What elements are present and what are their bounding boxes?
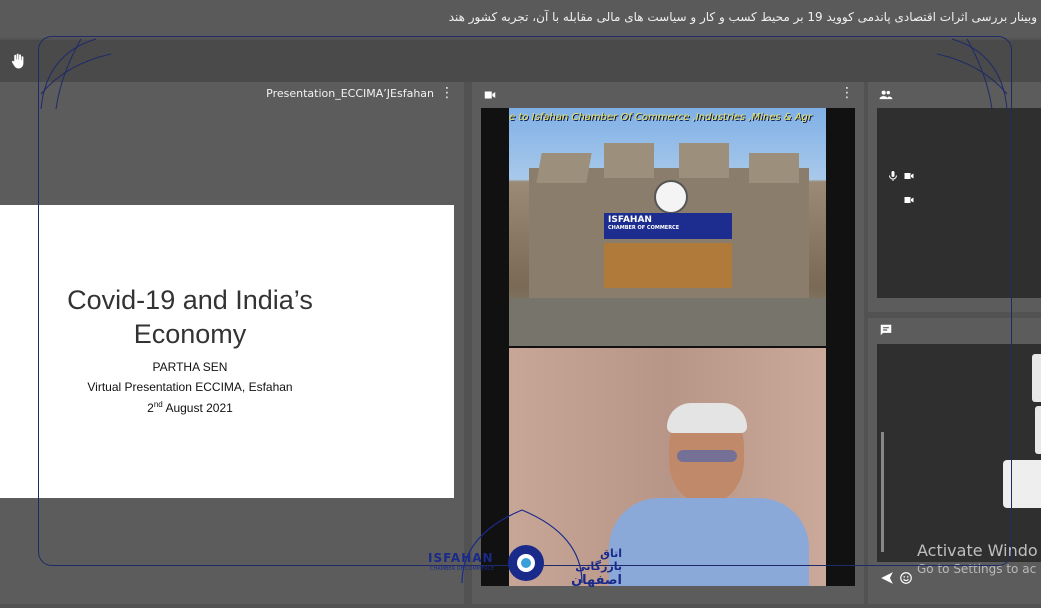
slide-heading-line2: Economy <box>133 319 247 349</box>
slide: Covid-19 and India’s Economy PARTHA SEN … <box>0 205 454 498</box>
activation-watermark-line2: Go to Settings to ac <box>917 562 1037 576</box>
chat-bubble <box>1003 460 1041 508</box>
meeting-title: وبینار بررسی اثرات اقتصادی پاندمی کووید … <box>448 10 1037 24</box>
more-options-icon[interactable]: ⋮ <box>440 85 454 101</box>
presentation-name: Presentation_ECCIMAʼJEsfahan <box>266 87 434 100</box>
slide-heading-line1: Covid-19 and India’s <box>67 285 313 315</box>
sign-text: ISFAHAN <box>608 215 652 225</box>
raise-hand-icon[interactable] <box>9 52 27 70</box>
more-options-icon[interactable]: ⋮ <box>840 85 854 101</box>
microphone-icon <box>889 171 897 181</box>
building-sign: ISFAHAN CHAMBER OF COMMERCE <box>604 213 732 239</box>
logo-persian-line2: اصفهان <box>571 573 622 588</box>
slide-date: 2nd August 2021 <box>40 400 340 415</box>
participants-panel <box>868 82 1041 312</box>
emoji-icon[interactable] <box>899 571 913 585</box>
meeting-title-bar: وبینار بررسی اثرات اقتصادی پاندمی کووید … <box>0 0 1041 38</box>
activation-watermark-line1: Activate Windo <box>917 541 1038 560</box>
slide-date-suffix: nd <box>153 400 163 409</box>
chat-bubble <box>1035 406 1041 454</box>
chat-icon[interactable] <box>879 323 893 337</box>
slide-presenter: PARTHA SEN <box>152 360 228 374</box>
logo-english: ISFAHAN <box>428 551 494 565</box>
building-photo: e to Isfahan Chamber Of Commerce ,Indust… <box>509 108 826 346</box>
logo-english-sub: CHAMBER OF COMMERCE <box>430 566 495 572</box>
chat-bubble <box>1032 354 1041 402</box>
slide-heading: Covid-19 and India’s Economy <box>40 283 340 351</box>
participants-icon[interactable] <box>879 88 893 102</box>
camera-icon <box>904 197 914 203</box>
participants-list <box>877 108 1041 298</box>
welcome-marquee: e to Isfahan Chamber Of Commerce ,Indust… <box>509 112 813 123</box>
toolbar <box>0 40 1041 82</box>
slide-date-day: 2 <box>147 401 154 415</box>
logo-persian-line1: اتاق بازرگانی <box>575 547 622 573</box>
corner-ornament <box>936 38 1008 110</box>
camera-icon <box>484 91 496 99</box>
clock <box>654 180 688 214</box>
chat-scrollbar[interactable] <box>881 432 884 552</box>
isfahan-chamber-logo: ISFAHAN CHAMBER OF COMMERCE اتاق بازرگان… <box>422 505 622 588</box>
chat-messages <box>877 344 1041 562</box>
camera-icon <box>904 173 914 179</box>
sign-subtext: CHAMBER OF COMMERCE <box>608 225 680 231</box>
send-icon[interactable] <box>880 571 894 585</box>
activation-watermark: Activate Windo Go to Settings to ac <box>917 541 1038 576</box>
slide-event: Virtual Presentation ECCIMA, Esfahan <box>87 380 293 394</box>
slide-date-rest: August 2021 <box>162 401 233 415</box>
corner-ornament <box>40 38 112 110</box>
logo-persian: اتاق بازرگانی اصفهان <box>552 547 622 588</box>
